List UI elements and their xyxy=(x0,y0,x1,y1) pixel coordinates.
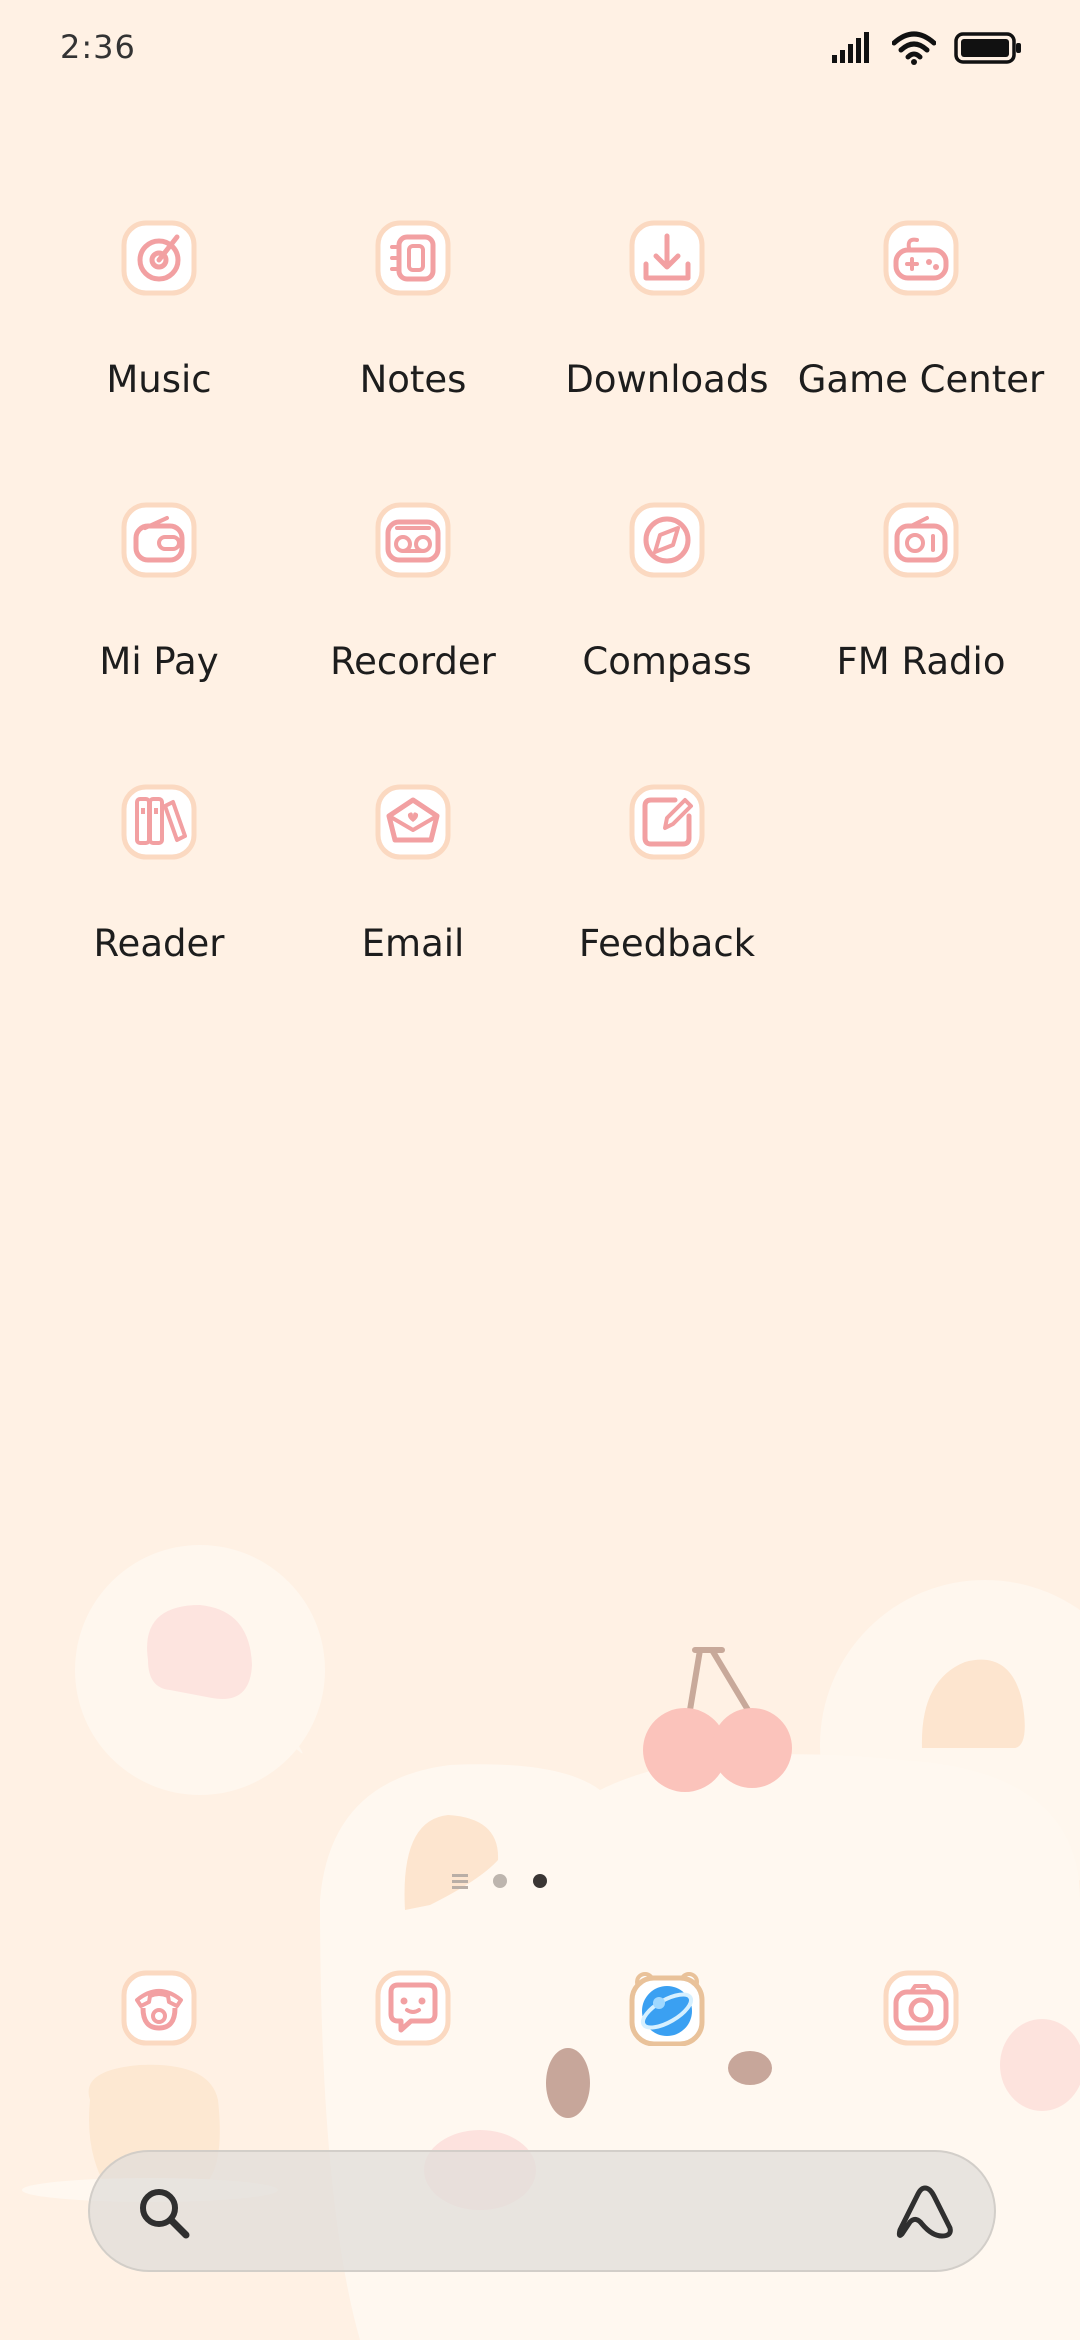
app-label: Email xyxy=(361,922,465,965)
search-icon[interactable] xyxy=(136,2185,192,2241)
app-label: Music xyxy=(106,358,212,401)
app-notes[interactable]: Notes xyxy=(283,220,543,470)
music-icon xyxy=(121,220,197,296)
page-list-icon xyxy=(452,1874,468,1889)
dock-phone[interactable] xyxy=(29,1970,289,2080)
phone-icon xyxy=(121,1970,197,2046)
dock xyxy=(0,1970,1080,2080)
app-fm-radio[interactable]: FM Radio xyxy=(791,502,1051,752)
app-music[interactable]: Music xyxy=(29,220,289,470)
app-label: Game Center xyxy=(797,358,1045,401)
notes-icon xyxy=(375,220,451,296)
app-label: Mi Pay xyxy=(99,640,219,683)
app-recorder[interactable]: Recorder xyxy=(283,502,543,752)
signal-icon xyxy=(832,32,869,63)
camera-icon xyxy=(883,1970,959,2046)
battery-icon xyxy=(954,32,1021,64)
edit-icon xyxy=(629,784,705,860)
app-label: FM Radio xyxy=(836,640,1006,683)
app-compass[interactable]: Compass xyxy=(537,502,797,752)
app-label: Feedback xyxy=(578,922,756,965)
app-label: Notes xyxy=(359,358,467,401)
page-indicator[interactable] xyxy=(0,1866,1080,1896)
app-reader[interactable]: Reader xyxy=(29,784,289,1034)
download-icon xyxy=(629,220,705,296)
app-label: Recorder xyxy=(330,640,496,683)
browser-icon xyxy=(629,1972,705,2046)
app-game-center[interactable]: Game Center xyxy=(791,220,1051,470)
assistant-icon[interactable] xyxy=(892,2180,958,2246)
wifi-icon xyxy=(892,31,936,65)
compass-icon xyxy=(629,502,705,578)
search-bar[interactable] xyxy=(88,2150,996,2272)
books-icon xyxy=(121,784,197,860)
app-downloads[interactable]: Downloads xyxy=(537,220,797,470)
app-mi-pay[interactable]: Mi Pay xyxy=(29,502,289,752)
envelope-icon xyxy=(375,784,451,860)
dock-browser[interactable] xyxy=(537,1970,797,2080)
dock-camera[interactable] xyxy=(791,1970,1051,2080)
gamepad-icon xyxy=(883,220,959,296)
app-email[interactable]: Email xyxy=(283,784,543,1034)
recorder-icon xyxy=(375,502,451,578)
dock-messages[interactable] xyxy=(283,1970,543,2080)
page-dot-active xyxy=(533,1874,547,1888)
app-label: Reader xyxy=(93,922,225,965)
status-bar: 2:36 xyxy=(0,0,1080,100)
status-icons xyxy=(830,28,1022,68)
status-time: 2:36 xyxy=(60,28,136,66)
messages-icon xyxy=(375,1970,451,2046)
wallet-icon xyxy=(121,502,197,578)
radio-icon xyxy=(883,502,959,578)
page-dot xyxy=(493,1874,507,1888)
app-label: Compass xyxy=(582,640,752,683)
app-feedback[interactable]: Feedback xyxy=(537,784,797,1034)
app-label: Downloads xyxy=(565,358,769,401)
